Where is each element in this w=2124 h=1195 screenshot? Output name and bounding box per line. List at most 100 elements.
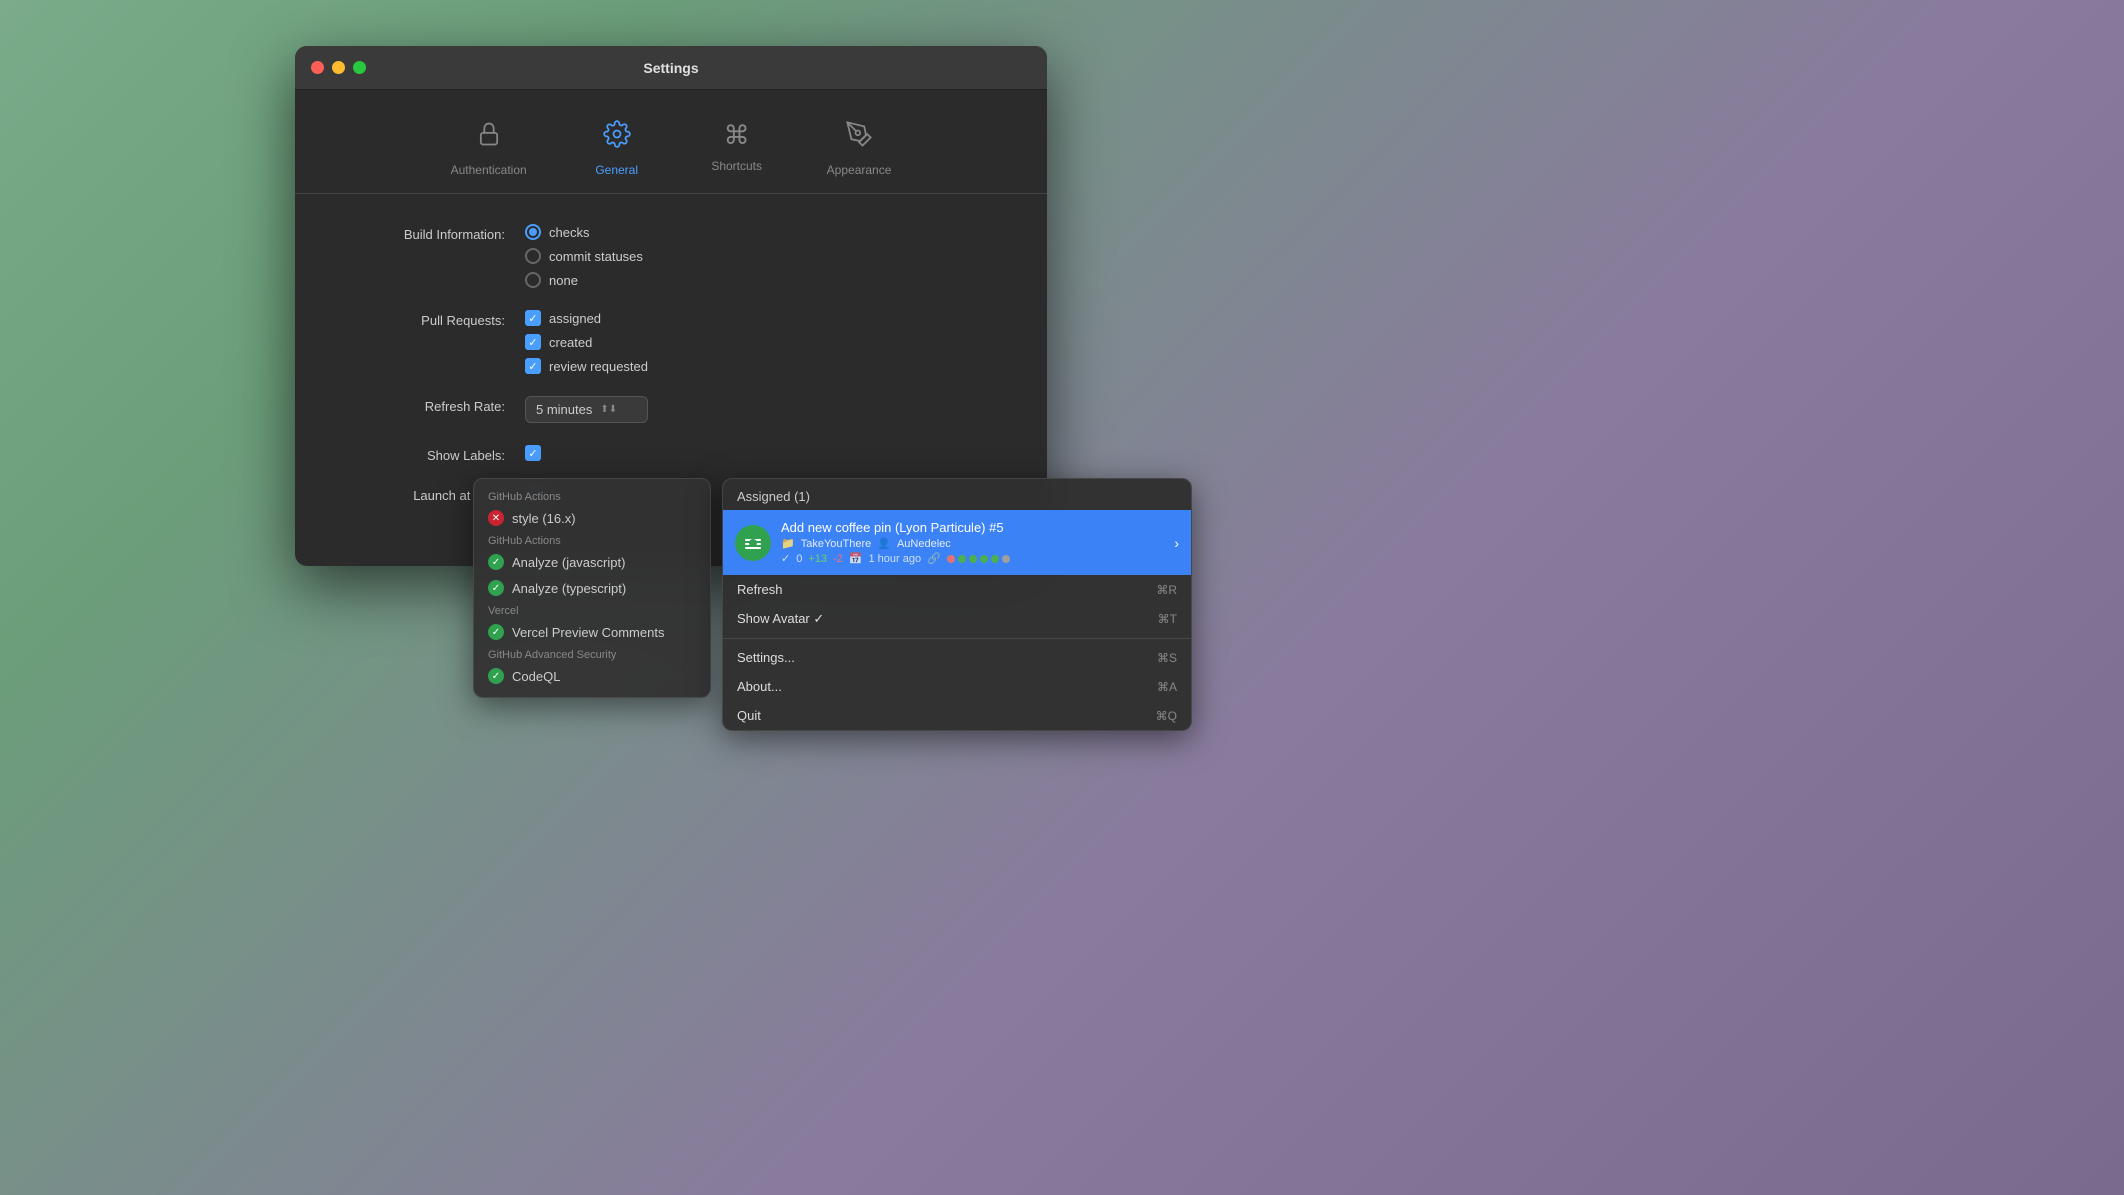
show-labels-checkbox[interactable]: ✓ [525, 445, 541, 461]
refresh-rate-select[interactable]: 5 minutes ⬆⬇ [525, 396, 648, 423]
pr-card[interactable]: Add new coffee pin (Lyon Particule) #5 📁… [723, 510, 1191, 575]
pr-commit-icon: 🔗 [927, 552, 941, 565]
pr-author-icon: 👤 [877, 537, 891, 550]
pr-avatar [735, 525, 771, 561]
dot-1 [947, 555, 955, 563]
tab-authentication[interactable]: Authentication [421, 110, 557, 193]
popup-item-vercel[interactable]: ✓ Vercel Preview Comments [474, 619, 710, 645]
checkbox-created-box: ✓ [525, 334, 541, 350]
select-arrows-icon: ⬆⬇ [600, 404, 617, 415]
popup-item-codeql-label: CodeQL [512, 669, 560, 684]
menu-item-quit-label: Quit [737, 708, 761, 723]
popup-section-vercel: Vercel [474, 601, 710, 619]
radio-none-label: none [549, 273, 578, 288]
refresh-rate-label: Refresh Rate: [355, 396, 525, 414]
context-divider-1 [723, 638, 1191, 639]
menu-item-refresh[interactable]: Refresh ⌘R [723, 575, 1191, 604]
popup-item-analyze-ts-label: Analyze (typescript) [512, 581, 626, 596]
refresh-rate-row: Refresh Rate: 5 minutes ⬆⬇ [355, 396, 987, 423]
show-labels-checkbox-box: ✓ [525, 445, 541, 461]
checkbox-created[interactable]: ✓ created [525, 334, 648, 350]
radio-commit-statuses-dot [525, 248, 541, 264]
menu-item-show-avatar-label: Show Avatar ✓ [737, 611, 824, 627]
context-menu: Assigned (1) Add new coffee pin (Lyon Pa… [722, 478, 1192, 731]
menu-item-settings-shortcut: ⌘S [1157, 651, 1177, 665]
status-success-icon-codeql: ✓ [488, 668, 504, 684]
show-labels-label: Show Labels: [355, 445, 525, 463]
checkbox-review-requested-box: ✓ [525, 358, 541, 374]
pr-checks: 0 [796, 553, 802, 565]
popup-item-style[interactable]: ✕ style (16.x) [474, 505, 710, 531]
menu-item-quit[interactable]: Quit ⌘Q [723, 701, 1191, 730]
popup-item-codeql[interactable]: ✓ CodeQL [474, 663, 710, 689]
checkbox-review-requested-label: review requested [549, 359, 648, 374]
radio-checks[interactable]: checks [525, 224, 643, 240]
popup-section-github-actions-2: GitHub Actions [474, 531, 710, 549]
radio-checks-dot [525, 224, 541, 240]
menu-item-about-shortcut: ⌘A [1157, 680, 1177, 694]
build-information-controls: checks commit statuses none [525, 224, 643, 288]
radio-commit-statuses-label: commit statuses [549, 249, 643, 264]
tab-general[interactable]: General [557, 110, 677, 193]
checkbox-assigned[interactable]: ✓ assigned [525, 310, 648, 326]
menu-item-show-avatar[interactable]: Show Avatar ✓ ⌘T [723, 604, 1191, 634]
popup-section-github-actions-1: GitHub Actions [474, 487, 710, 505]
menu-item-refresh-shortcut: ⌘R [1156, 583, 1177, 597]
pr-calendar-icon: 📅 [849, 552, 863, 565]
pr-meta-bottom: ✓ 0 +13 -2 📅 1 hour ago 🔗 [781, 552, 1164, 565]
popup-item-style-label: style (16.x) [512, 511, 576, 526]
radio-commit-statuses[interactable]: commit statuses [525, 248, 643, 264]
minimize-button[interactable] [332, 61, 345, 74]
maximize-button[interactable] [353, 61, 366, 74]
checkbox-assigned-box: ✓ [525, 310, 541, 326]
refresh-rate-value: 5 minutes [536, 402, 592, 417]
pr-title: Add new coffee pin (Lyon Particule) #5 [781, 520, 1164, 535]
pr-deletions: -2 [833, 553, 843, 565]
pr-time: 1 hour ago [869, 553, 922, 565]
popup-item-analyze-js[interactable]: ✓ Analyze (javascript) [474, 549, 710, 575]
menu-item-refresh-label: Refresh [737, 582, 783, 597]
popup-item-analyze-ts[interactable]: ✓ Analyze (typescript) [474, 575, 710, 601]
build-information-label: Build Information: [355, 224, 525, 242]
status-success-icon-js: ✓ [488, 554, 504, 570]
pr-meta-top: 📁 TakeYouThere 👤 AuNedelec [781, 537, 1164, 550]
radio-checks-label: checks [549, 225, 589, 240]
checkbox-created-label: created [549, 335, 592, 350]
radio-none-dot [525, 272, 541, 288]
pr-info: Add new coffee pin (Lyon Particule) #5 📁… [781, 520, 1164, 565]
dot-6 [1002, 555, 1010, 563]
build-information-row: Build Information: checks commit statuse… [355, 224, 987, 288]
popup-item-vercel-label: Vercel Preview Comments [512, 625, 664, 640]
status-success-icon-ts: ✓ [488, 580, 504, 596]
menu-item-about[interactable]: About... ⌘A [723, 672, 1191, 701]
authentication-icon [475, 120, 503, 155]
tab-shortcuts[interactable]: ⌘ Shortcuts [677, 110, 797, 193]
tab-authentication-label: Authentication [451, 163, 527, 177]
shortcuts-icon: ⌘ [724, 120, 750, 151]
menu-item-settings[interactable]: Settings... ⌘S [723, 643, 1191, 672]
title-bar: Settings [295, 46, 1047, 90]
pr-author: AuNedelec [897, 538, 951, 550]
tab-shortcuts-label: Shortcuts [711, 159, 762, 173]
status-fail-icon: ✕ [488, 510, 504, 526]
dot-4 [980, 555, 988, 563]
pr-repo-icon: 📁 [781, 537, 795, 550]
assigned-title: Assigned (1) [737, 489, 810, 504]
tabs-container: Authentication General ⌘ Shortcuts [295, 90, 1047, 194]
tab-appearance[interactable]: Appearance [797, 110, 922, 193]
tab-appearance-label: Appearance [827, 163, 892, 177]
checkbox-assigned-label: assigned [549, 311, 601, 326]
assigned-header: Assigned (1) [723, 479, 1191, 510]
general-icon [603, 120, 631, 155]
pull-requests-controls: ✓ assigned ✓ created ✓ review requested [525, 310, 648, 374]
status-success-icon-vercel: ✓ [488, 624, 504, 640]
pr-additions: +13 [808, 553, 827, 565]
checkbox-review-requested[interactable]: ✓ review requested [525, 358, 648, 374]
radio-none[interactable]: none [525, 272, 643, 288]
menu-item-show-avatar-shortcut: ⌘T [1158, 612, 1177, 626]
tab-general-label: General [595, 163, 638, 177]
close-button[interactable] [311, 61, 324, 74]
pr-chevron-icon: › [1174, 535, 1179, 551]
popup-section-advanced-security: GitHub Advanced Security [474, 645, 710, 663]
pull-requests-label: Pull Requests: [355, 310, 525, 328]
